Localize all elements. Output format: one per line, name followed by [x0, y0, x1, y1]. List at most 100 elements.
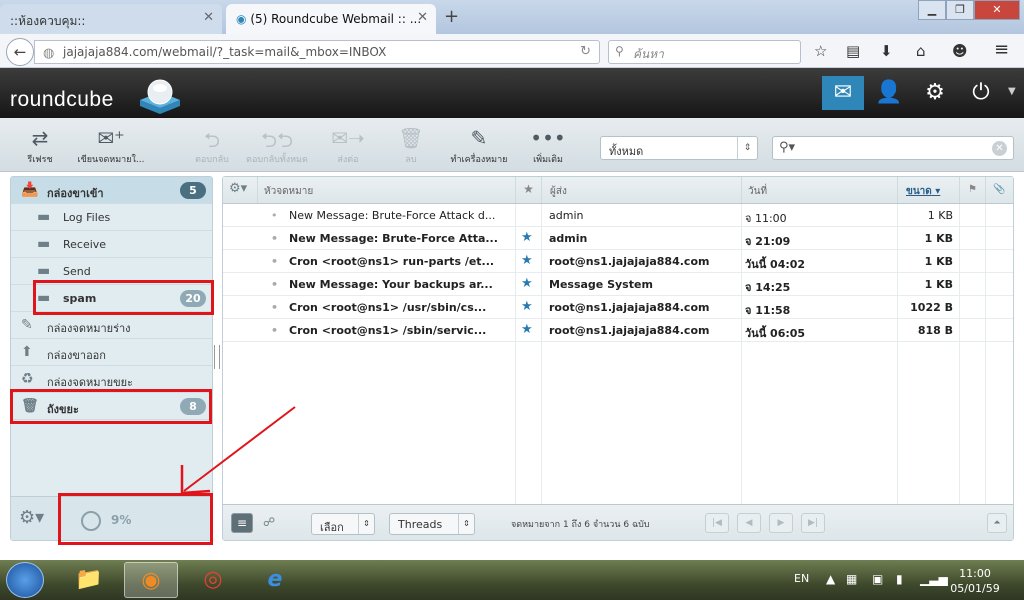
back-icon[interactable]: ←: [6, 38, 34, 66]
reset-search-icon[interactable]: ✕: [992, 141, 1007, 156]
bookmark-star-icon[interactable]: ☆: [814, 42, 827, 60]
header-flag-icon[interactable]: ⚑: [959, 177, 985, 203]
highlight-box-trash: [10, 389, 212, 424]
reload-icon[interactable]: ↻: [580, 44, 591, 59]
folder-actions-gear-icon[interactable]: ⚙▾: [19, 507, 44, 528]
firefox-icon[interactable]: ◉: [124, 562, 178, 598]
header-from[interactable]: ผู้ส่ง: [541, 177, 741, 203]
logout-icon[interactable]: ⏻: [960, 76, 1002, 110]
pencil-icon: ✎: [21, 317, 33, 333]
header-size[interactable]: ขนาด ▾: [897, 177, 959, 203]
toggle-preview-icon[interactable]: ⏶: [987, 513, 1007, 533]
delete-button[interactable]: 🗑 ลบ: [398, 126, 424, 166]
list-options-gear-icon[interactable]: ⚙▾: [223, 177, 257, 203]
reading-list-icon[interactable]: ▤: [846, 42, 860, 60]
list-header: ⚙▾ หัวจดหมาย ★ ผู้ส่ง วันที่ ขนาด ▾ ⚑ 📎: [223, 177, 1013, 204]
close-window-icon[interactable]: ✕: [974, 0, 1020, 20]
flag-star-icon[interactable]: ★: [521, 276, 535, 291]
folder-outbox[interactable]: ⬆ กล่องขาออก: [11, 339, 212, 366]
tab-title: (5) Roundcube Webmail :: ...: [250, 12, 422, 26]
download-icon[interactable]: ⬇: [880, 42, 893, 60]
row-from: root@ns1.jajajaja884.com: [549, 301, 710, 314]
browser-search-input[interactable]: ⚲ ค้นหา: [608, 40, 801, 64]
filter-value: ทั้งหมด: [609, 145, 644, 158]
browser-tab-control-room[interactable]: ::ห้องควบคุม:: ✕: [0, 4, 222, 34]
table-row[interactable]: • New Message: Brute-Force Attack d... a…: [223, 204, 1013, 227]
internet-explorer-icon[interactable]: e: [248, 562, 302, 598]
chat-icon[interactable]: ☻: [952, 42, 968, 60]
table-row[interactable]: • New Message: Your backups ar... ★ Mess…: [223, 273, 1013, 296]
table-row[interactable]: • Cron <root@ns1> /sbin/servic... ★ root…: [223, 319, 1013, 342]
row-subject: New Message: Brute-Force Atta...: [289, 232, 498, 245]
quick-search-input[interactable]: ⚲▾ ✕: [772, 136, 1014, 160]
pane-splitter[interactable]: [214, 345, 220, 369]
previous-page-icon[interactable]: ◀: [737, 513, 761, 533]
list-view-icon[interactable]: ≡: [231, 513, 253, 533]
flag-star-icon[interactable]: ★: [521, 322, 535, 337]
language-indicator[interactable]: EN: [794, 572, 809, 585]
row-date: จ 11:00: [745, 212, 787, 225]
chevron-updown-icon: ⇕: [737, 137, 757, 159]
mail-nav-icon[interactable]: ✉: [822, 76, 864, 110]
chevron-down-icon[interactable]: ▼: [1008, 86, 1016, 97]
close-tab-icon[interactable]: ✕: [203, 10, 214, 25]
threads-view-icon[interactable]: ☍: [263, 515, 275, 529]
signal-icon[interactable]: ▁▃▅: [920, 572, 948, 586]
menu-icon[interactable]: ≡: [994, 39, 1009, 60]
header-subject[interactable]: หัวจดหมาย: [257, 177, 515, 203]
minimize-icon[interactable]: ▁: [918, 0, 946, 20]
browser-tab-roundcube[interactable]: ◉ (5) Roundcube Webmail :: ... ✕: [226, 4, 436, 34]
header-attachment-icon[interactable]: 📎: [985, 177, 1013, 203]
list-footer: ≡ ☍ เลือก ⇕ Threads ⇕ จดหมายจาก 1 ถึง 6 …: [223, 504, 1013, 540]
status-dot-icon: •: [271, 232, 279, 245]
filter-select[interactable]: ทั้งหมด ⇕: [600, 136, 758, 160]
flag-star-icon[interactable]: ★: [521, 299, 535, 314]
refresh-button[interactable]: ⇄ รีเฟรช: [24, 126, 56, 166]
home-icon[interactable]: ⌂: [916, 42, 926, 60]
settings-nav-icon[interactable]: ⚙: [914, 76, 956, 110]
header-flag-star-icon[interactable]: ★: [515, 177, 541, 203]
row-date: จ 14:25: [745, 281, 791, 294]
new-tab-icon[interactable]: +: [444, 6, 459, 27]
action-center-icon[interactable]: ▣: [872, 572, 883, 586]
reply-button[interactable]: ⮌ ตอบกลับ: [190, 126, 234, 166]
table-row[interactable]: • New Message: Brute-Force Atta... ★ adm…: [223, 227, 1013, 250]
system-clock[interactable]: 11:00 05/01/59: [950, 566, 1000, 596]
search-options-icon[interactable]: ⚲▾: [779, 140, 795, 155]
windows-start-icon[interactable]: [6, 562, 44, 598]
contacts-nav-icon[interactable]: 👤: [868, 76, 910, 110]
folder-log-files[interactable]: ▬ Log Files: [11, 204, 212, 231]
row-from: root@ns1.jajajaja884.com: [549, 255, 710, 268]
table-row[interactable]: • Cron <root@ns1> /usr/sbin/cs... ★ root…: [223, 296, 1013, 319]
folder-inbox[interactable]: 📥 กล่องขาเข้า 5: [11, 177, 212, 204]
url-bar[interactable]: ◍ jajajaja884.com/webmail/?_task=mail&_m…: [34, 40, 600, 64]
select-menu[interactable]: เลือก ⇕: [311, 513, 375, 535]
close-tab-icon[interactable]: ✕: [417, 10, 428, 25]
file-explorer-icon[interactable]: 📁: [62, 562, 116, 598]
row-date: วันนี้ 06:05: [745, 327, 806, 340]
folder-receive[interactable]: ▬ Receive: [11, 231, 212, 258]
first-page-icon[interactable]: |◀: [705, 513, 729, 533]
table-row[interactable]: • Cron <root@ns1> run-parts /et... ★ roo…: [223, 250, 1013, 273]
reply-all-button[interactable]: ⮌⮌ ตอบกลับทั้งหมด: [242, 126, 312, 166]
compose-button[interactable]: ✉⁺ เขียนจดหมายใ...: [74, 126, 148, 166]
flag-star-icon[interactable]: ★: [521, 253, 535, 268]
restore-icon[interactable]: ❐: [946, 0, 974, 20]
network-share-icon[interactable]: ▦: [846, 572, 857, 586]
next-page-icon[interactable]: ▶: [769, 513, 793, 533]
forward-button[interactable]: ✉➝ ส่งต่อ: [328, 126, 368, 166]
search-icon: ⚲: [615, 44, 624, 58]
chrome-icon[interactable]: ◎: [186, 562, 240, 598]
tray-expand-icon[interactable]: ▲: [826, 572, 835, 586]
folder-drafts[interactable]: ✎ กล่องจดหมายร่าง: [11, 312, 212, 339]
compose-icon: ✉⁺: [97, 126, 125, 150]
threads-menu[interactable]: Threads ⇕: [389, 513, 475, 535]
reply-label: ตอบกลับ: [195, 155, 229, 165]
more-button[interactable]: ••• เพิ่มเติม: [528, 126, 568, 166]
last-page-icon[interactable]: ▶|: [801, 513, 825, 533]
mark-button[interactable]: ✎ ทำเครื่องหมาย: [446, 126, 512, 166]
flag-star-icon[interactable]: ★: [521, 230, 535, 245]
header-date[interactable]: วันที่: [741, 177, 897, 203]
row-size: 1 KB: [924, 232, 953, 245]
power-icon[interactable]: ▮: [896, 572, 903, 586]
